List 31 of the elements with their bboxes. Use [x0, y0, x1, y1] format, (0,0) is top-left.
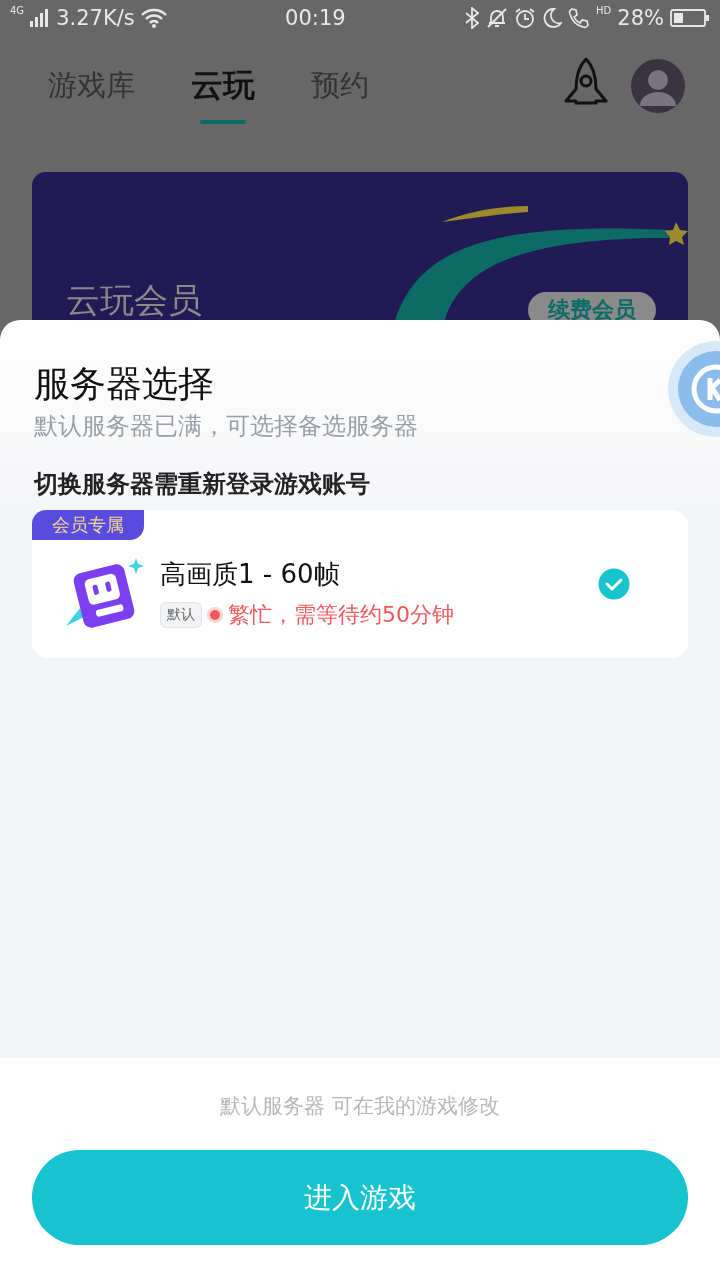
tab-indicator: [200, 120, 246, 124]
sheet-note: 切换服务器需重新登录游戏账号: [34, 469, 371, 500]
moon-icon: [542, 7, 563, 29]
sheet-subtitle: 默认服务器已满，可选择备选服务器: [34, 411, 419, 442]
tab[interactable]: 云玩: [191, 50, 255, 122]
default-tag: 默认: [160, 601, 202, 628]
clock-time: 00:19: [284, 6, 347, 30]
avatar-icon[interactable]: [630, 58, 686, 114]
battery-percent: 28%: [617, 6, 664, 30]
network-type: 4G: [10, 6, 25, 16]
enter-game-button[interactable]: 进入游戏: [32, 1150, 688, 1245]
bluetooth-icon: [464, 7, 481, 29]
banner-title: 云玩会员: [66, 279, 202, 320]
server-name: 高画质1 - 60帧: [160, 557, 341, 591]
renew-button[interactable]: 续费会员: [528, 292, 656, 320]
bell-muted-icon: [486, 7, 509, 29]
wifi-icon: [140, 8, 167, 28]
check-icon[interactable]: [598, 568, 630, 600]
server-card[interactable]: 会员专属 高画质1 - 60帧 默认 繁忙，需等待约50分钟: [32, 510, 688, 658]
member-banner[interactable]: 云玩会员 续费会员: [32, 172, 688, 320]
member-badge: 会员专属: [32, 510, 144, 540]
phone-icon: [568, 7, 591, 29]
sheet-title: 服务器选择: [34, 362, 215, 406]
network-speed: 3.27K/s: [56, 6, 135, 30]
battery-icon: [670, 8, 710, 28]
call-label: HD: [596, 6, 612, 16]
alarm-icon: [514, 7, 537, 29]
server-status: 繁忙，需等待约50分钟: [228, 600, 454, 629]
footer-hint: 默认服务器 可在我的游戏修改: [220, 1093, 500, 1120]
robot-icon: [64, 558, 144, 628]
signal-icon: [30, 9, 51, 27]
